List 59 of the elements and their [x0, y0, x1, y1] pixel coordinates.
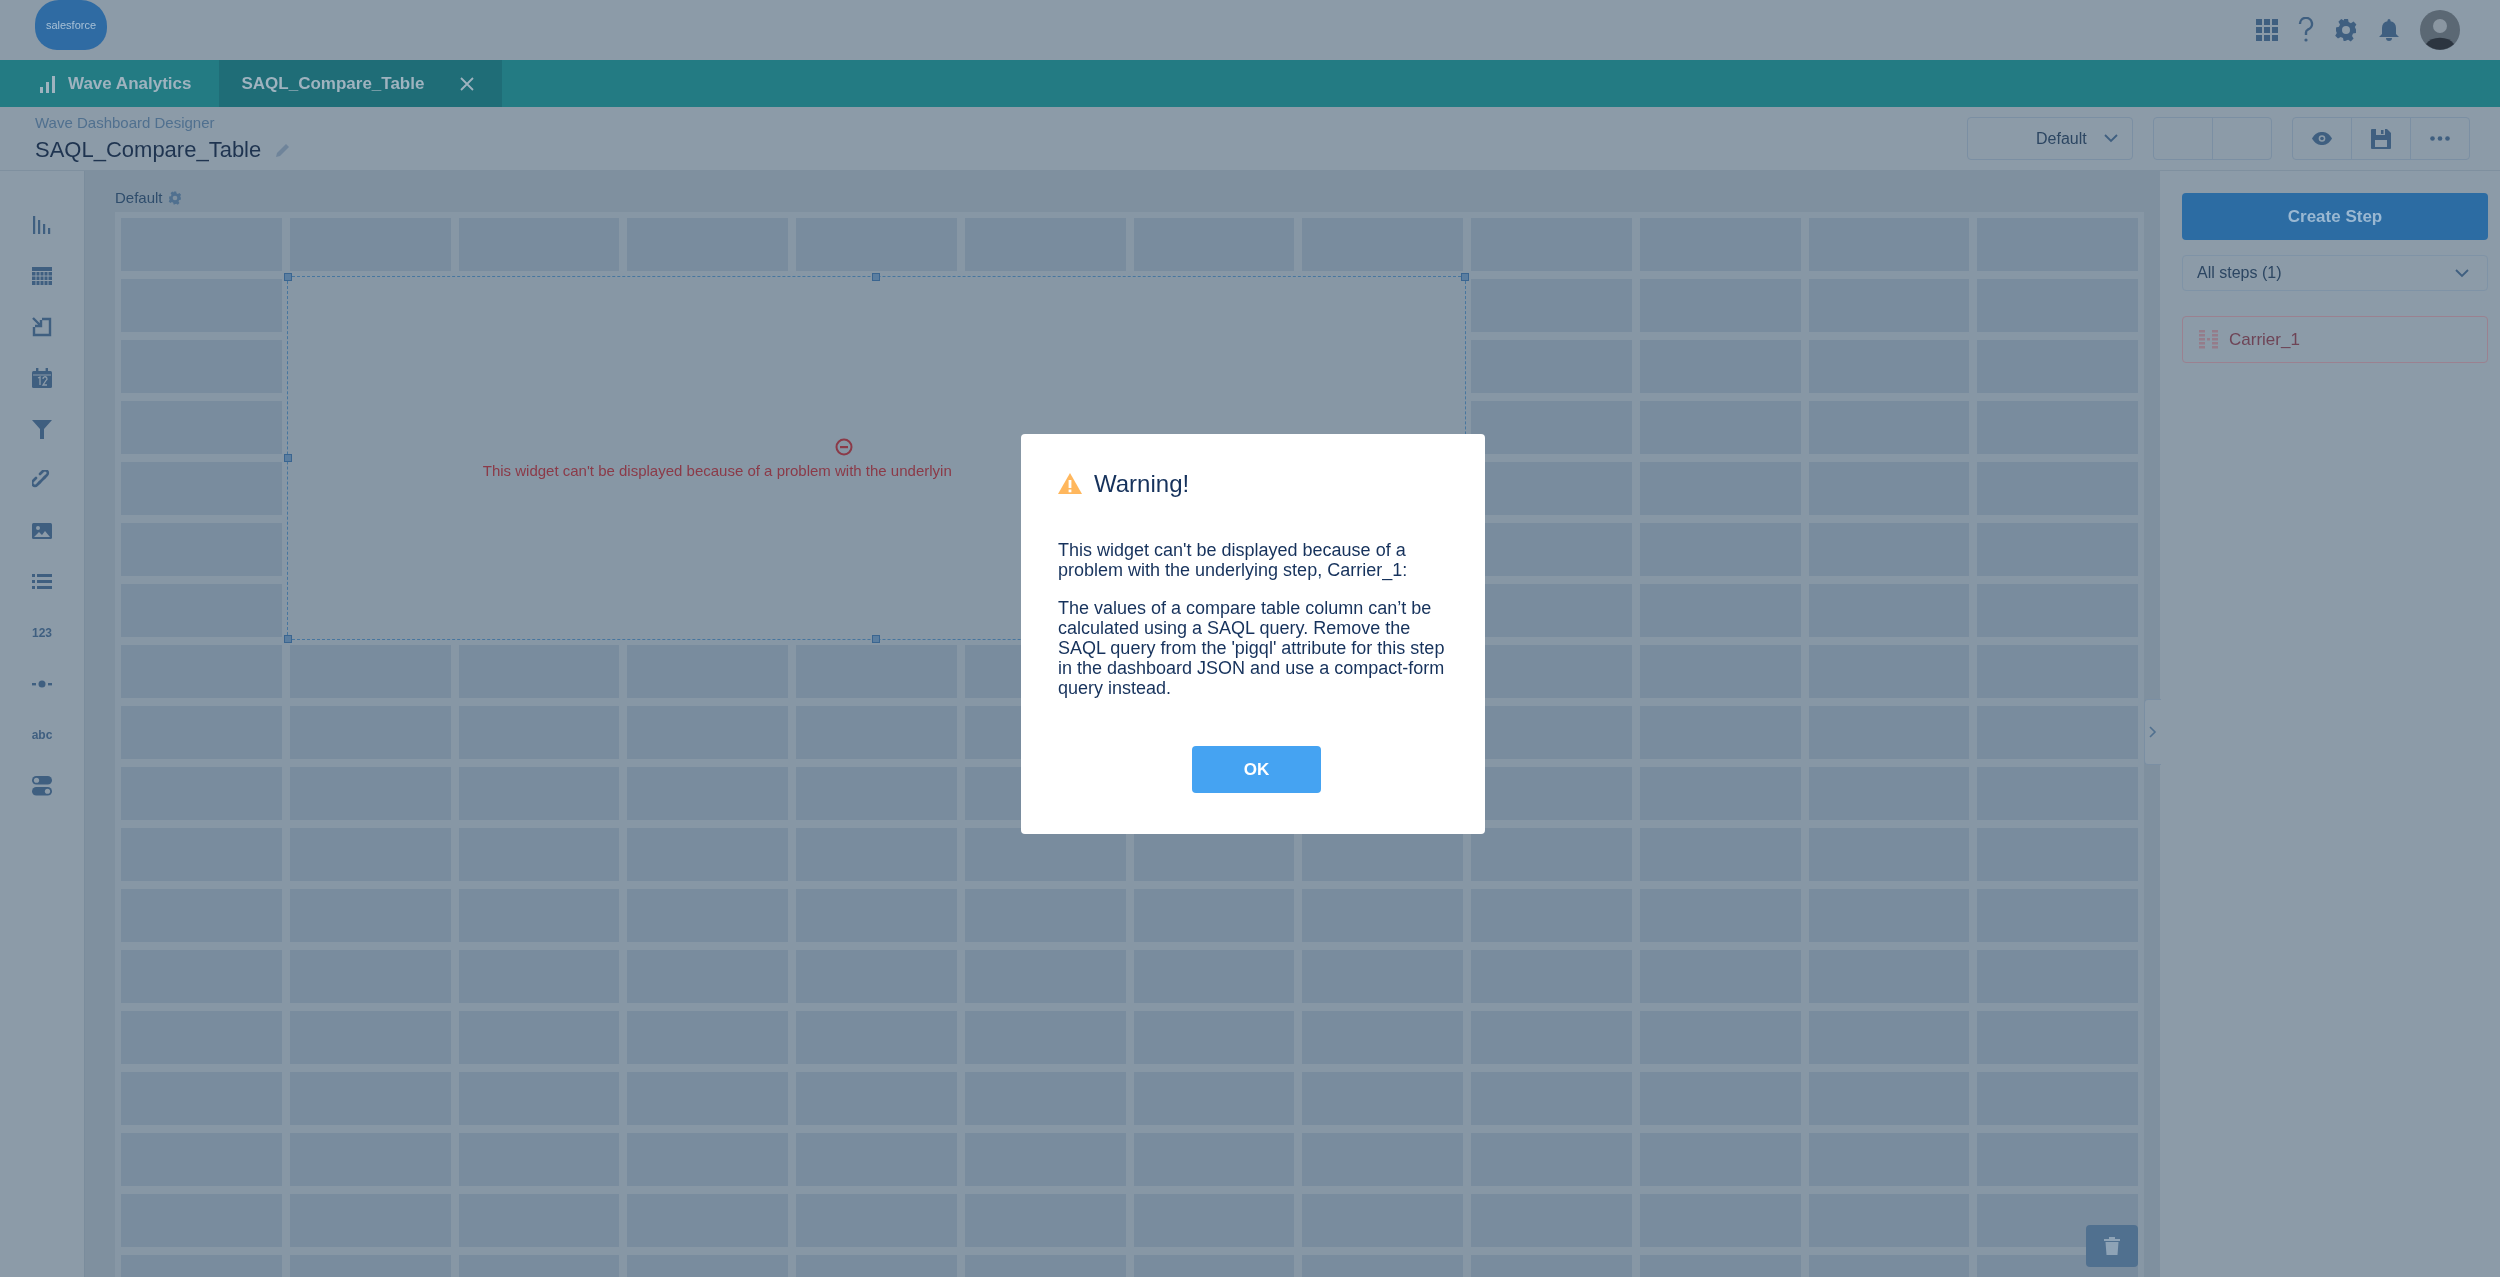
- tab-label: SAQL_Compare_Table: [241, 73, 425, 94]
- widget-palette-item[interactable]: 123: [30, 621, 54, 645]
- widget-palette-item[interactable]: [30, 264, 54, 288]
- table-icon: [32, 267, 52, 285]
- warning-triangle-icon: [1058, 473, 1082, 495]
- chevron-right-icon: [2149, 726, 2157, 738]
- chevron-down-icon: [2455, 268, 2469, 278]
- filter-funnel-icon: [32, 419, 52, 439]
- widget-palette-item[interactable]: [30, 315, 54, 339]
- toggle-icon: [32, 776, 52, 796]
- layout-label: Default: [115, 189, 163, 206]
- user-avatar[interactable]: [2420, 10, 2460, 50]
- error-minus-icon: [834, 437, 853, 456]
- tab-label: Wave Analytics: [68, 73, 192, 94]
- pencil-icon[interactable]: [275, 142, 292, 158]
- arrow-into-box-icon: [32, 317, 52, 337]
- steps-filter-dropdown[interactable]: All steps (1): [2182, 255, 2488, 291]
- list-icon: [32, 574, 52, 590]
- chevron-down-icon: [2104, 134, 2118, 143]
- resize-handle[interactable]: [283, 273, 292, 281]
- dashboard-title: SAQL_Compare_Table: [35, 137, 262, 163]
- widget-palette-item[interactable]: [30, 417, 54, 441]
- settings-icon[interactable]: [167, 190, 182, 205]
- step-item[interactable]: Carrier_1: [2182, 316, 2488, 363]
- create-step-button[interactable]: Create Step: [2182, 193, 2488, 240]
- widget-palette-item[interactable]: [30, 366, 54, 390]
- ok-button[interactable]: OK: [1192, 746, 1321, 793]
- widget-palette-item[interactable]: abc: [30, 723, 54, 747]
- app-launcher-icon[interactable]: [2256, 19, 2278, 41]
- bar-chart-icon: [32, 216, 52, 234]
- more-dots-icon: [2430, 136, 2450, 141]
- resize-handle[interactable]: [872, 635, 881, 643]
- layout-dropdown[interactable]: Default: [1967, 117, 2133, 160]
- app-tab[interactable]: Wave Analytics: [0, 60, 220, 107]
- resize-handle[interactable]: [283, 454, 292, 462]
- link-icon: [32, 470, 52, 490]
- app-tab[interactable]: SAQL_Compare_Table: [219, 60, 503, 107]
- delete-button[interactable]: [2086, 1225, 2138, 1267]
- resize-handle[interactable]: [283, 635, 292, 643]
- notifications-bell-icon[interactable]: [2378, 18, 2400, 42]
- collapse-panel-button[interactable]: [2144, 699, 2161, 765]
- dialog-message: This widget can't be displayed because of a problem with the underlying step, Carrier_1:: [1058, 540, 1409, 580]
- resize-handle[interactable]: [872, 273, 881, 281]
- step-grid-icon: [2199, 329, 2219, 350]
- widget-error-message: This widget can't be displayed because of a problem with the underlyin: [482, 461, 952, 479]
- bar-chart-icon: [40, 74, 56, 93]
- resize-handle[interactable]: [1461, 273, 1469, 281]
- slider-icon: [32, 680, 52, 688]
- salesforce-logo[interactable]: salesforce: [35, 0, 107, 50]
- dialog-title: Warning!: [1094, 470, 1190, 498]
- image-icon: [32, 523, 52, 539]
- trash-icon: [2104, 1237, 2120, 1255]
- close-icon[interactable]: [460, 76, 475, 91]
- calendar-icon: [32, 368, 52, 388]
- settings-icon[interactable]: [2334, 18, 2358, 42]
- app-subtitle: Wave Dashboard Designer: [35, 114, 216, 131]
- help-icon[interactable]: [2298, 17, 2314, 43]
- widget-palette-item[interactable]: [30, 774, 54, 798]
- eye-icon: [2312, 132, 2332, 145]
